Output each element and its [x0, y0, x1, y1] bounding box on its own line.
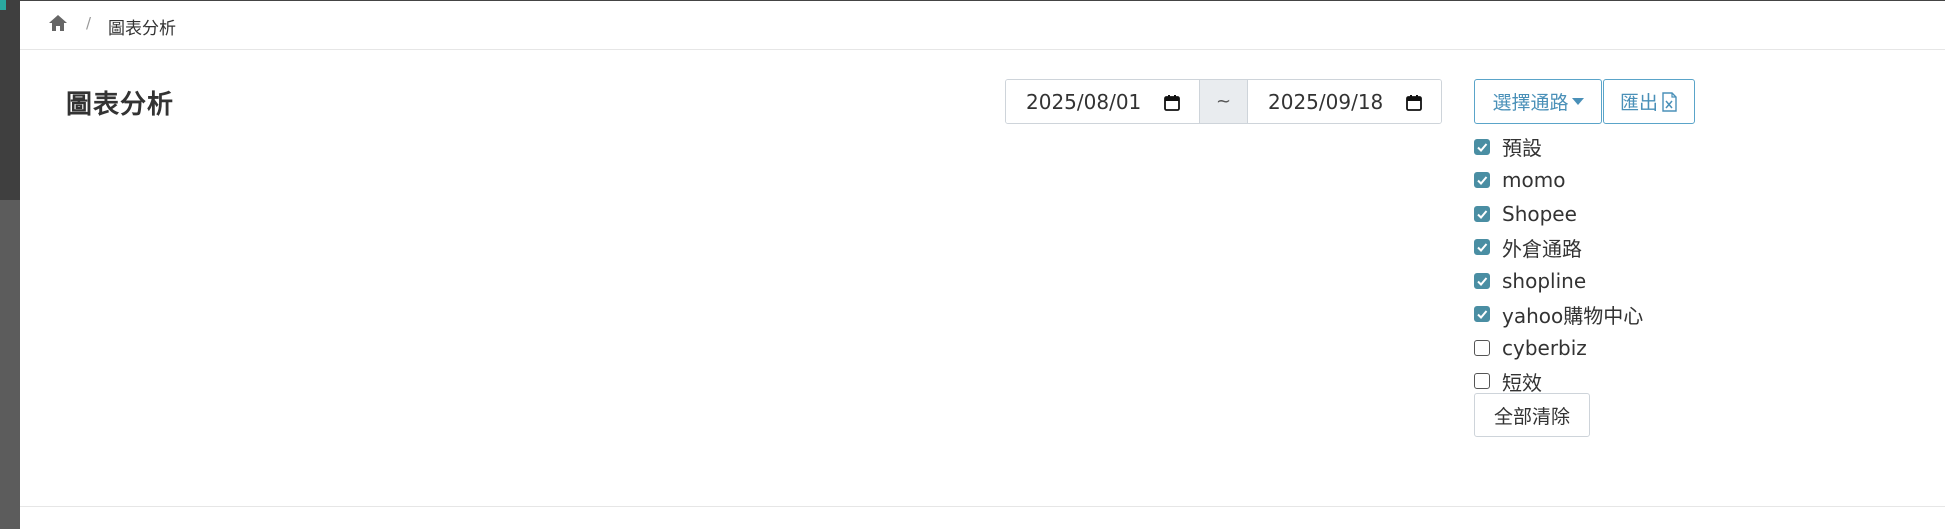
select-channel-button[interactable]: 選擇通路 — [1474, 79, 1602, 124]
clear-all-button[interactable]: 全部清除 — [1474, 393, 1590, 437]
bottom-divider — [20, 506, 1945, 507]
end-date-input[interactable]: 2025/09/18 — [1248, 80, 1441, 123]
channel-option[interactable]: 外倉通路 — [1474, 231, 1643, 265]
checkbox-checked[interactable] — [1474, 138, 1490, 155]
checkbox-checked[interactable] — [1474, 239, 1490, 256]
channel-label: 預設 — [1502, 136, 1542, 161]
channel-label: 外倉通路 — [1502, 236, 1582, 261]
channel-label: cyberbiz — [1502, 335, 1587, 360]
home-icon[interactable] — [47, 13, 69, 33]
channel-label: momo — [1502, 168, 1566, 193]
checkbox-unchecked[interactable] — [1474, 373, 1490, 390]
excel-file-icon — [1660, 91, 1678, 112]
breadcrumb: / 圖表分析 — [20, 1, 1945, 50]
channel-label: Shopee — [1502, 201, 1577, 226]
checkbox-checked[interactable] — [1474, 172, 1490, 189]
checkbox-unchecked[interactable] — [1474, 339, 1490, 356]
checkbox-checked[interactable] — [1474, 205, 1490, 222]
export-label: 匯出 — [1619, 92, 1658, 114]
start-date-input[interactable]: 2025/08/01 — [1006, 80, 1199, 123]
channel-list: 預設 momo Shopee 外倉通路 shopline yahoo購物中心 c… — [1474, 130, 1643, 398]
caret-down-icon — [1571, 98, 1584, 105]
export-button[interactable]: 匯出 — [1603, 79, 1695, 124]
page-title: 圖表分析 — [66, 90, 175, 120]
channel-label: yahoo購物中心 — [1502, 303, 1644, 328]
calendar-icon[interactable] — [1163, 93, 1181, 111]
channel-option[interactable]: Shopee — [1474, 197, 1643, 231]
end-date-value: 2025/09/18 — [1268, 89, 1384, 114]
channel-option[interactable]: 預設 — [1474, 130, 1643, 164]
channel-label: 短效 — [1502, 370, 1542, 395]
breadcrumb-current: 圖表分析 — [108, 19, 176, 39]
channel-option[interactable]: momo — [1474, 164, 1643, 198]
calendar-icon[interactable] — [1405, 93, 1423, 111]
channel-label: shopline — [1502, 268, 1587, 293]
start-date-value: 2025/08/01 — [1026, 89, 1142, 114]
left-rail-accent — [0, 0, 6, 10]
channel-option[interactable]: cyberbiz — [1474, 331, 1643, 365]
breadcrumb-separator: / — [86, 14, 92, 32]
left-rail-top — [0, 0, 20, 200]
date-range: 2025/08/01 ~ 2025/09/18 — [1005, 79, 1442, 124]
date-range-separator: ~ — [1199, 80, 1248, 123]
checkbox-checked[interactable] — [1474, 272, 1490, 289]
checkbox-checked[interactable] — [1474, 306, 1490, 323]
select-channel-label: 選擇通路 — [1492, 92, 1569, 114]
channel-option[interactable]: shopline — [1474, 264, 1643, 298]
channel-option[interactable]: yahoo購物中心 — [1474, 298, 1643, 332]
